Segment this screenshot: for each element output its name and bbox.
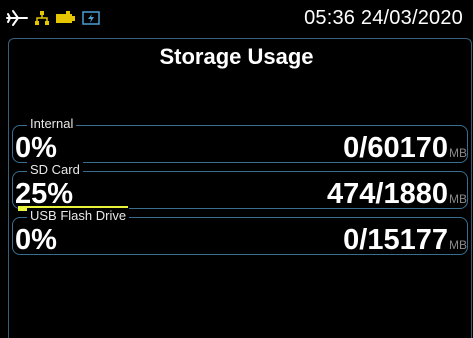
storage-percent: 25% <box>15 178 74 210</box>
storage-label: Internal <box>27 116 77 132</box>
storage-amount: 0/15177 MB <box>343 225 467 255</box>
storage-amount: 0/60170 MB <box>343 133 467 163</box>
clock: 05:36 24/03/2020 <box>304 6 463 30</box>
storage-percent: 0% <box>15 132 57 164</box>
progress-track <box>18 252 458 257</box>
charging-icon <box>82 11 100 25</box>
storage-row-internal[interactable]: Internal 0% 0/60170 MB <box>12 116 468 165</box>
storage-amount: 474/1880 MB <box>327 179 467 209</box>
battery-icon <box>56 11 76 25</box>
date-text: 24/03/2020 <box>360 7 463 29</box>
storage-row-usb-flash-drive[interactable]: USB Flash Drive 0% 0/15177 MB <box>12 208 468 257</box>
storage-used-total: 0/15177 <box>343 224 448 256</box>
storage-label: USB Flash Drive <box>27 208 130 224</box>
storage-used-total: 0/60170 <box>343 132 448 164</box>
status-icons <box>6 8 100 28</box>
progress-track <box>18 160 458 165</box>
storage-percent: 0% <box>15 224 57 256</box>
status-bar: 05:36 24/03/2020 <box>0 0 473 36</box>
page-title: Storage Usage <box>159 44 314 69</box>
storage-row-sd-card[interactable]: SD Card 25% 474/1880 MB <box>12 162 468 211</box>
storage-used-total: 474/1880 <box>327 178 448 210</box>
time-text: 05:36 <box>304 7 356 29</box>
network-icon <box>34 10 50 26</box>
airplane-icon <box>6 9 28 27</box>
storage-label: SD Card <box>27 162 83 178</box>
